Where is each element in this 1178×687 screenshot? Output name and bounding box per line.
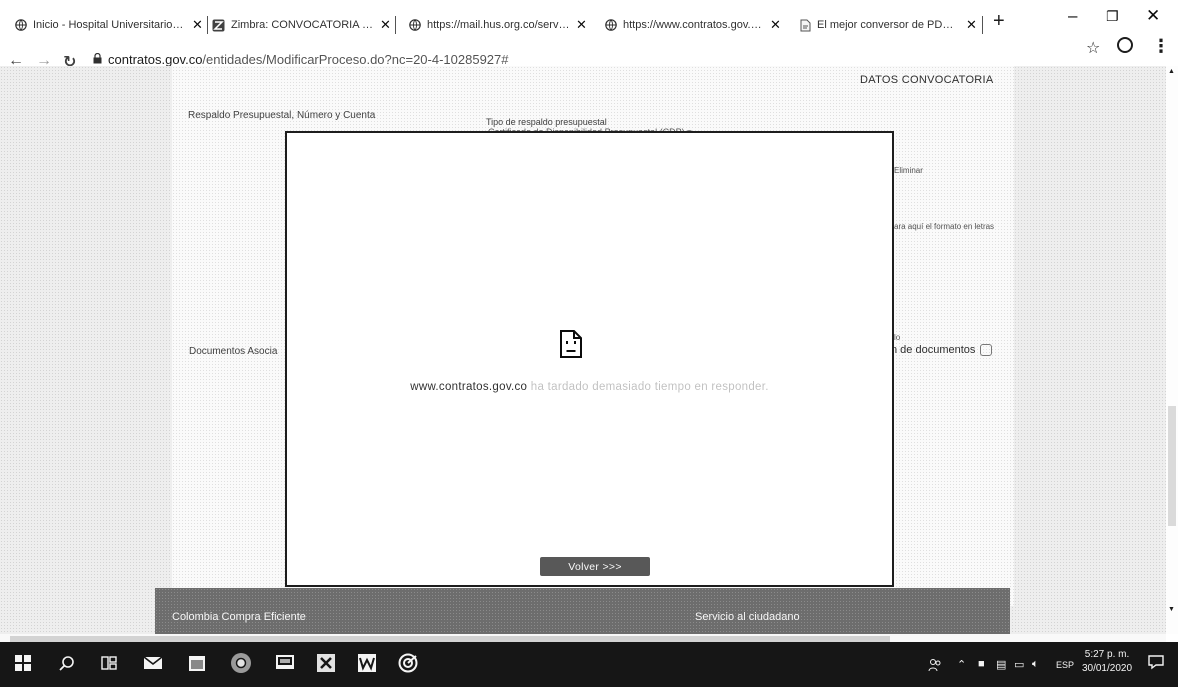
- eliminar-link[interactable]: Eliminar: [894, 166, 923, 175]
- footer-right-link[interactable]: Servicio al ciudadano: [695, 611, 800, 623]
- dropbox-icon[interactable]: ■: [978, 658, 985, 670]
- clock[interactable]: 5:27 p. m. 30/01/2020: [1081, 648, 1133, 676]
- url-field[interactable]: contratos.gov.co/entidades/ModificarProc…: [108, 52, 509, 67]
- formato-letras-hint: ara aquí el formato en letras: [894, 222, 995, 231]
- url-path: /entidades/ModificarProceso.do?nc=20-4-1…: [202, 52, 509, 67]
- vertical-scrollbar[interactable]: ▲ ▼: [1166, 66, 1178, 634]
- document-icon: [980, 344, 993, 356]
- tab-divider: [207, 16, 208, 34]
- language-indicator[interactable]: ESP: [1056, 660, 1074, 670]
- tab-title: Zimbra: CONVOCATORIA No. 1: [231, 19, 374, 31]
- calendar-icon[interactable]: [185, 652, 209, 674]
- scroll-up-icon[interactable]: ▲: [1168, 68, 1175, 75]
- target-icon[interactable]: [396, 652, 420, 674]
- search-icon[interactable]: [56, 652, 78, 674]
- monitor-icon[interactable]: [273, 652, 297, 674]
- tab-mail-hus[interactable]: https://mail.hus.org.co/service/ ✕: [408, 10, 588, 40]
- close-icon[interactable]: ✕: [380, 17, 392, 33]
- tab-contratos[interactable]: https://www.contratos.gov.co/ ✕: [604, 10, 782, 40]
- error-modal: www.contratos.gov.co ha tardado demasiad…: [285, 131, 894, 587]
- tab-title: Inicio - Hospital Universitario de: [33, 19, 186, 31]
- mail-icon[interactable]: [141, 652, 165, 674]
- tab-divider: [395, 16, 396, 34]
- account-icon[interactable]: [1117, 37, 1133, 53]
- tab-inicio-hospital[interactable]: Inicio - Hospital Universitario de ✕: [14, 10, 204, 40]
- carga-documentos-link[interactable]: n de documentos: [891, 344, 993, 356]
- task-view-icon[interactable]: [98, 652, 120, 674]
- lock-icon: [93, 53, 102, 64]
- page-footer: Colombia Compra Eficiente Servicio al ci…: [155, 588, 1010, 634]
- respaldo-label: Respaldo Presupuestal, Número y Cuenta: [188, 110, 376, 121]
- globe-icon: [604, 19, 617, 32]
- globe-icon: [408, 19, 421, 32]
- documentos-label: Documentos Asocia: [189, 346, 278, 357]
- minimize-icon[interactable]: –: [1068, 6, 1077, 26]
- side-fragment: lo: [894, 333, 901, 342]
- sad-page-icon: [560, 330, 582, 358]
- close-icon[interactable]: ✕: [576, 17, 588, 33]
- network-icon[interactable]: ▭: [1014, 658, 1024, 671]
- tab-pdf-converter[interactable]: El mejor conversor de PDF a Wo ✕: [798, 10, 978, 40]
- excel-icon[interactable]: [314, 652, 338, 674]
- footer-left-link[interactable]: Colombia Compra Eficiente: [172, 611, 306, 623]
- clock-time: 5:27 p. m.: [1084, 649, 1130, 660]
- word-icon[interactable]: [355, 652, 379, 674]
- menu-icon[interactable]: ⋮: [1152, 36, 1170, 57]
- volume-icon[interactable]: 🔈︎: [1032, 658, 1039, 671]
- close-window-icon[interactable]: ✕: [1146, 6, 1160, 26]
- section-header: DATOS CONVOCATORIA: [860, 74, 994, 86]
- carga-documentos-text: n de documentos: [891, 344, 976, 356]
- tab-title: https://mail.hus.org.co/service/: [427, 19, 570, 31]
- error-message: www.contratos.gov.co ha tardado demasiad…: [287, 381, 892, 393]
- tab-zimbra[interactable]: Zimbra: CONVOCATORIA No. 1 ✕: [212, 10, 392, 40]
- scroll-thumb[interactable]: [1168, 406, 1176, 526]
- tab-title: El mejor conversor de PDF a Wo: [817, 19, 960, 31]
- error-text: ha tardado demasiado tiempo en responder…: [527, 381, 769, 393]
- error-host: www.contratos.gov.co: [410, 381, 528, 393]
- restore-icon[interactable]: ❐: [1106, 8, 1119, 25]
- tab-title: https://www.contratos.gov.co/: [623, 19, 764, 31]
- tipo-respaldo-label: Tipo de respaldo presupuestal: [486, 117, 607, 127]
- onedrive-icon[interactable]: ▤: [996, 658, 1006, 671]
- pdf-icon: [798, 19, 811, 32]
- people-icon[interactable]: [928, 658, 942, 675]
- close-icon[interactable]: ✕: [192, 17, 204, 33]
- chrome-icon[interactable]: [228, 652, 254, 674]
- scroll-down-icon[interactable]: ▼: [1168, 606, 1175, 613]
- volver-button[interactable]: Volver >>>: [540, 557, 650, 576]
- globe-icon: [14, 19, 27, 32]
- browser-tab-strip: Inicio - Hospital Universitario de ✕ Zim…: [0, 0, 1178, 46]
- bookmark-star-icon[interactable]: ☆: [1086, 38, 1100, 58]
- chevron-up-icon[interactable]: ⌃: [957, 658, 966, 671]
- windows-start-icon[interactable]: [12, 652, 34, 674]
- tab-divider: [982, 16, 983, 34]
- close-icon[interactable]: ✕: [966, 17, 978, 33]
- windows-taskbar: ⌃ ■ ▤ ▭ 🔈︎ ESP 5:27 p. m. 30/01/2020: [0, 642, 1178, 687]
- clock-date: 30/01/2020: [1081, 663, 1133, 674]
- zimbra-icon: [212, 19, 225, 32]
- notifications-icon[interactable]: [1148, 654, 1164, 673]
- url-host: contratos.gov.co: [108, 52, 203, 67]
- new-tab-button[interactable]: +: [993, 10, 1005, 33]
- close-icon[interactable]: ✕: [770, 17, 782, 33]
